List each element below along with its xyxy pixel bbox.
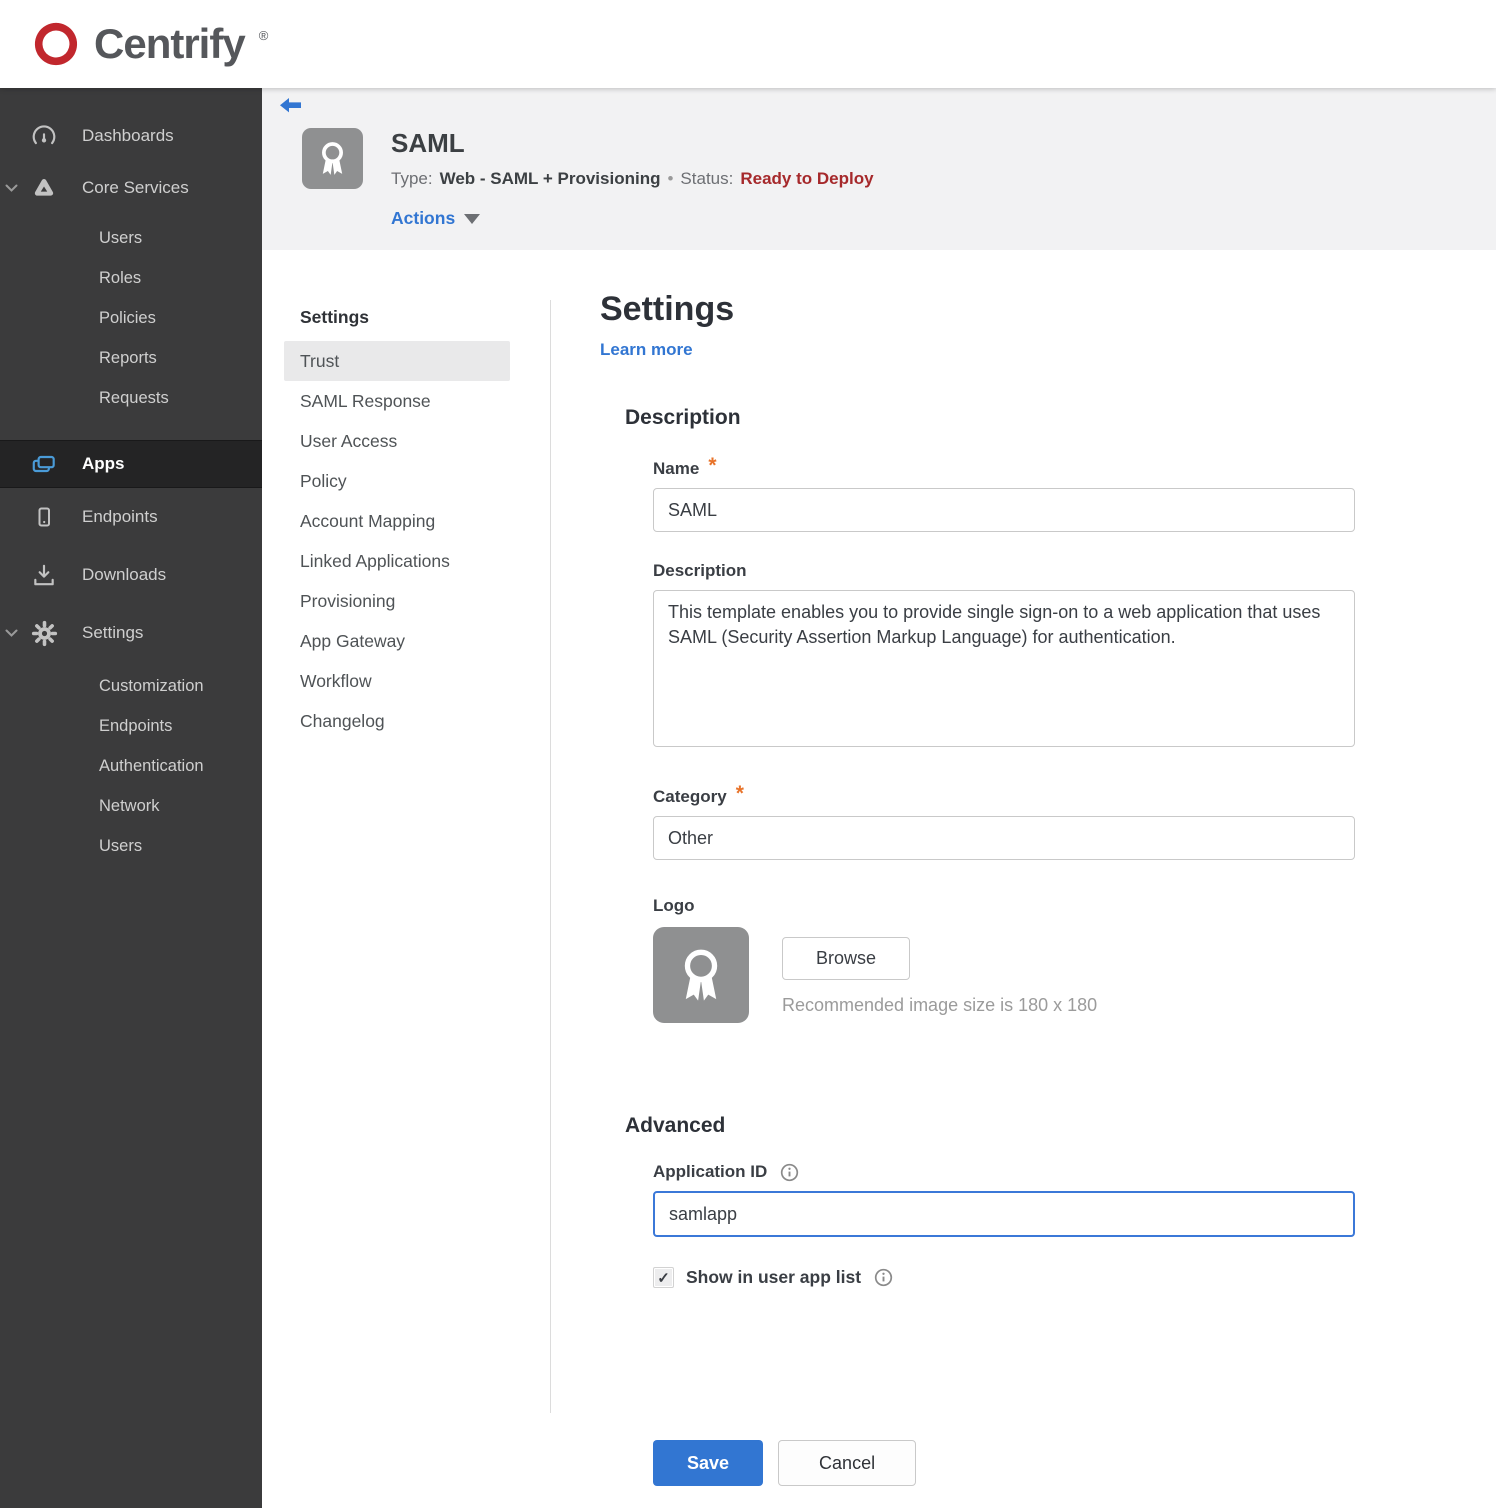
sidebar-item-label: Downloads	[82, 565, 167, 584]
settings-subnav: Settings Trust SAML Response User Access…	[262, 250, 550, 1508]
sidebar-item-endpoints-settings[interactable]: Endpoints	[0, 706, 262, 746]
info-icon[interactable]	[874, 1268, 893, 1287]
type-value: Web - SAML + Provisioning	[439, 169, 661, 188]
app-title: SAML	[391, 128, 465, 158]
category-input[interactable]	[653, 816, 1355, 860]
actions-label: Actions	[391, 208, 456, 228]
brand-name: Centrify	[94, 20, 246, 67]
apps-icon	[30, 451, 58, 477]
sidebar-item-roles[interactable]: Roles	[0, 258, 262, 298]
ribbon-award-icon	[672, 946, 730, 1004]
show-in-user-app-list-label: Show in user app list	[686, 1267, 862, 1287]
caret-down-icon	[464, 213, 481, 224]
sidebar-item-users-settings[interactable]: Users	[0, 826, 262, 866]
required-asterisk: *	[735, 782, 744, 805]
sidebar-item-apps[interactable]: Apps	[0, 440, 262, 488]
learn-more-link[interactable]: Learn more	[600, 340, 693, 360]
sidebar-item-endpoints[interactable]: Endpoints	[0, 488, 262, 546]
status-label: Status:	[680, 169, 734, 188]
show-in-user-app-list-checkbox[interactable]: ✓	[653, 1267, 674, 1288]
sidebar-item-downloads[interactable]: Downloads	[0, 546, 262, 604]
logo-label: Logo	[653, 896, 695, 915]
category-label: Category	[653, 787, 727, 806]
description-section-heading: Description	[625, 406, 741, 429]
core-services-icon	[30, 175, 58, 201]
sidebar-item-dashboards[interactable]: Dashboards	[0, 110, 262, 162]
cancel-button[interactable]: Cancel	[778, 1440, 917, 1486]
centrify-spiral-icon	[30, 18, 82, 70]
settings-panel: Settings Learn more Description Name * D…	[551, 250, 1496, 1508]
registered-mark: ®	[258, 28, 269, 43]
required-asterisk: *	[708, 454, 717, 477]
subnav-header: Settings	[300, 307, 370, 327]
application-id-input[interactable]	[653, 1191, 1355, 1237]
sidebar-item-label: Apps	[82, 454, 125, 473]
subnav-item-saml-response[interactable]: SAML Response	[284, 381, 510, 421]
subnav-item-account-mapping[interactable]: Account Mapping	[284, 501, 510, 541]
subnav-item-linked-applications[interactable]: Linked Applications	[284, 541, 510, 581]
sidebar-item-users[interactable]: Users	[0, 218, 262, 258]
name-input[interactable]	[653, 488, 1355, 532]
core-services-sublist: Users Roles Policies Reports Requests	[0, 214, 262, 428]
centrify-logo: Centrify ®	[30, 18, 268, 70]
sidebar: Dashboards Core Services Users Roles Pol…	[0, 88, 262, 1508]
sidebar-item-label: Core Services	[82, 178, 189, 197]
separator-dot: •	[667, 169, 674, 188]
sidebar-item-customization[interactable]: Customization	[0, 666, 262, 706]
info-icon[interactable]	[780, 1163, 799, 1182]
subnav-item-trust[interactable]: Trust	[284, 341, 510, 381]
type-label: Type:	[391, 169, 433, 188]
endpoint-phone-icon	[30, 504, 58, 530]
page-title: Settings	[600, 290, 735, 328]
chevron-down-icon[interactable]	[5, 629, 18, 638]
gear-icon	[30, 620, 58, 647]
back-arrow-icon[interactable]	[279, 97, 303, 117]
description-textarea[interactable]: This template enables you to provide sin…	[653, 590, 1355, 747]
actions-dropdown[interactable]: Actions	[391, 208, 874, 229]
sidebar-item-authentication[interactable]: Authentication	[0, 746, 262, 786]
chevron-down-icon[interactable]	[5, 184, 18, 193]
ribbon-award-icon	[314, 140, 351, 177]
subnav-item-changelog[interactable]: Changelog	[284, 701, 510, 741]
subnav-item-user-access[interactable]: User Access	[284, 421, 510, 461]
settings-sublist: Customization Endpoints Authentication N…	[0, 662, 262, 876]
checkmark-icon: ✓	[657, 1269, 670, 1287]
subnav-item-provisioning[interactable]: Provisioning	[284, 581, 510, 621]
app-logo-badge	[302, 128, 363, 189]
sidebar-item-core-services[interactable]: Core Services	[0, 162, 262, 214]
browse-button[interactable]: Browse	[782, 937, 911, 980]
subnav-item-app-gateway[interactable]: App Gateway	[284, 621, 510, 661]
sidebar-item-requests[interactable]: Requests	[0, 378, 262, 418]
sidebar-item-reports[interactable]: Reports	[0, 338, 262, 378]
download-icon	[30, 562, 58, 588]
sidebar-item-network[interactable]: Network	[0, 786, 262, 826]
name-label: Name	[653, 459, 700, 478]
advanced-section-heading: Advanced	[625, 1114, 726, 1137]
subnav-item-policy[interactable]: Policy	[284, 461, 510, 501]
application-id-label: Application ID	[653, 1162, 768, 1181]
status-value: Ready to Deploy	[740, 169, 874, 188]
topbar: Centrify ®	[0, 0, 1496, 88]
subnav-item-workflow[interactable]: Workflow	[284, 661, 510, 701]
logo-preview	[653, 927, 749, 1023]
save-button[interactable]: Save	[653, 1440, 764, 1486]
sidebar-item-policies[interactable]: Policies	[0, 298, 262, 338]
app-header: SAML Type: Web - SAML + Provisioning • S…	[262, 88, 1496, 250]
logo-size-hint: Recommended image size is 180 x 180	[782, 995, 1098, 1015]
sidebar-item-label: Dashboards	[82, 126, 174, 145]
sidebar-item-label: Settings	[82, 623, 144, 642]
sidebar-item-settings[interactable]: Settings	[0, 604, 262, 662]
description-label: Description	[653, 561, 747, 580]
sidebar-item-label: Endpoints	[82, 507, 158, 526]
gauge-icon	[30, 123, 58, 149]
